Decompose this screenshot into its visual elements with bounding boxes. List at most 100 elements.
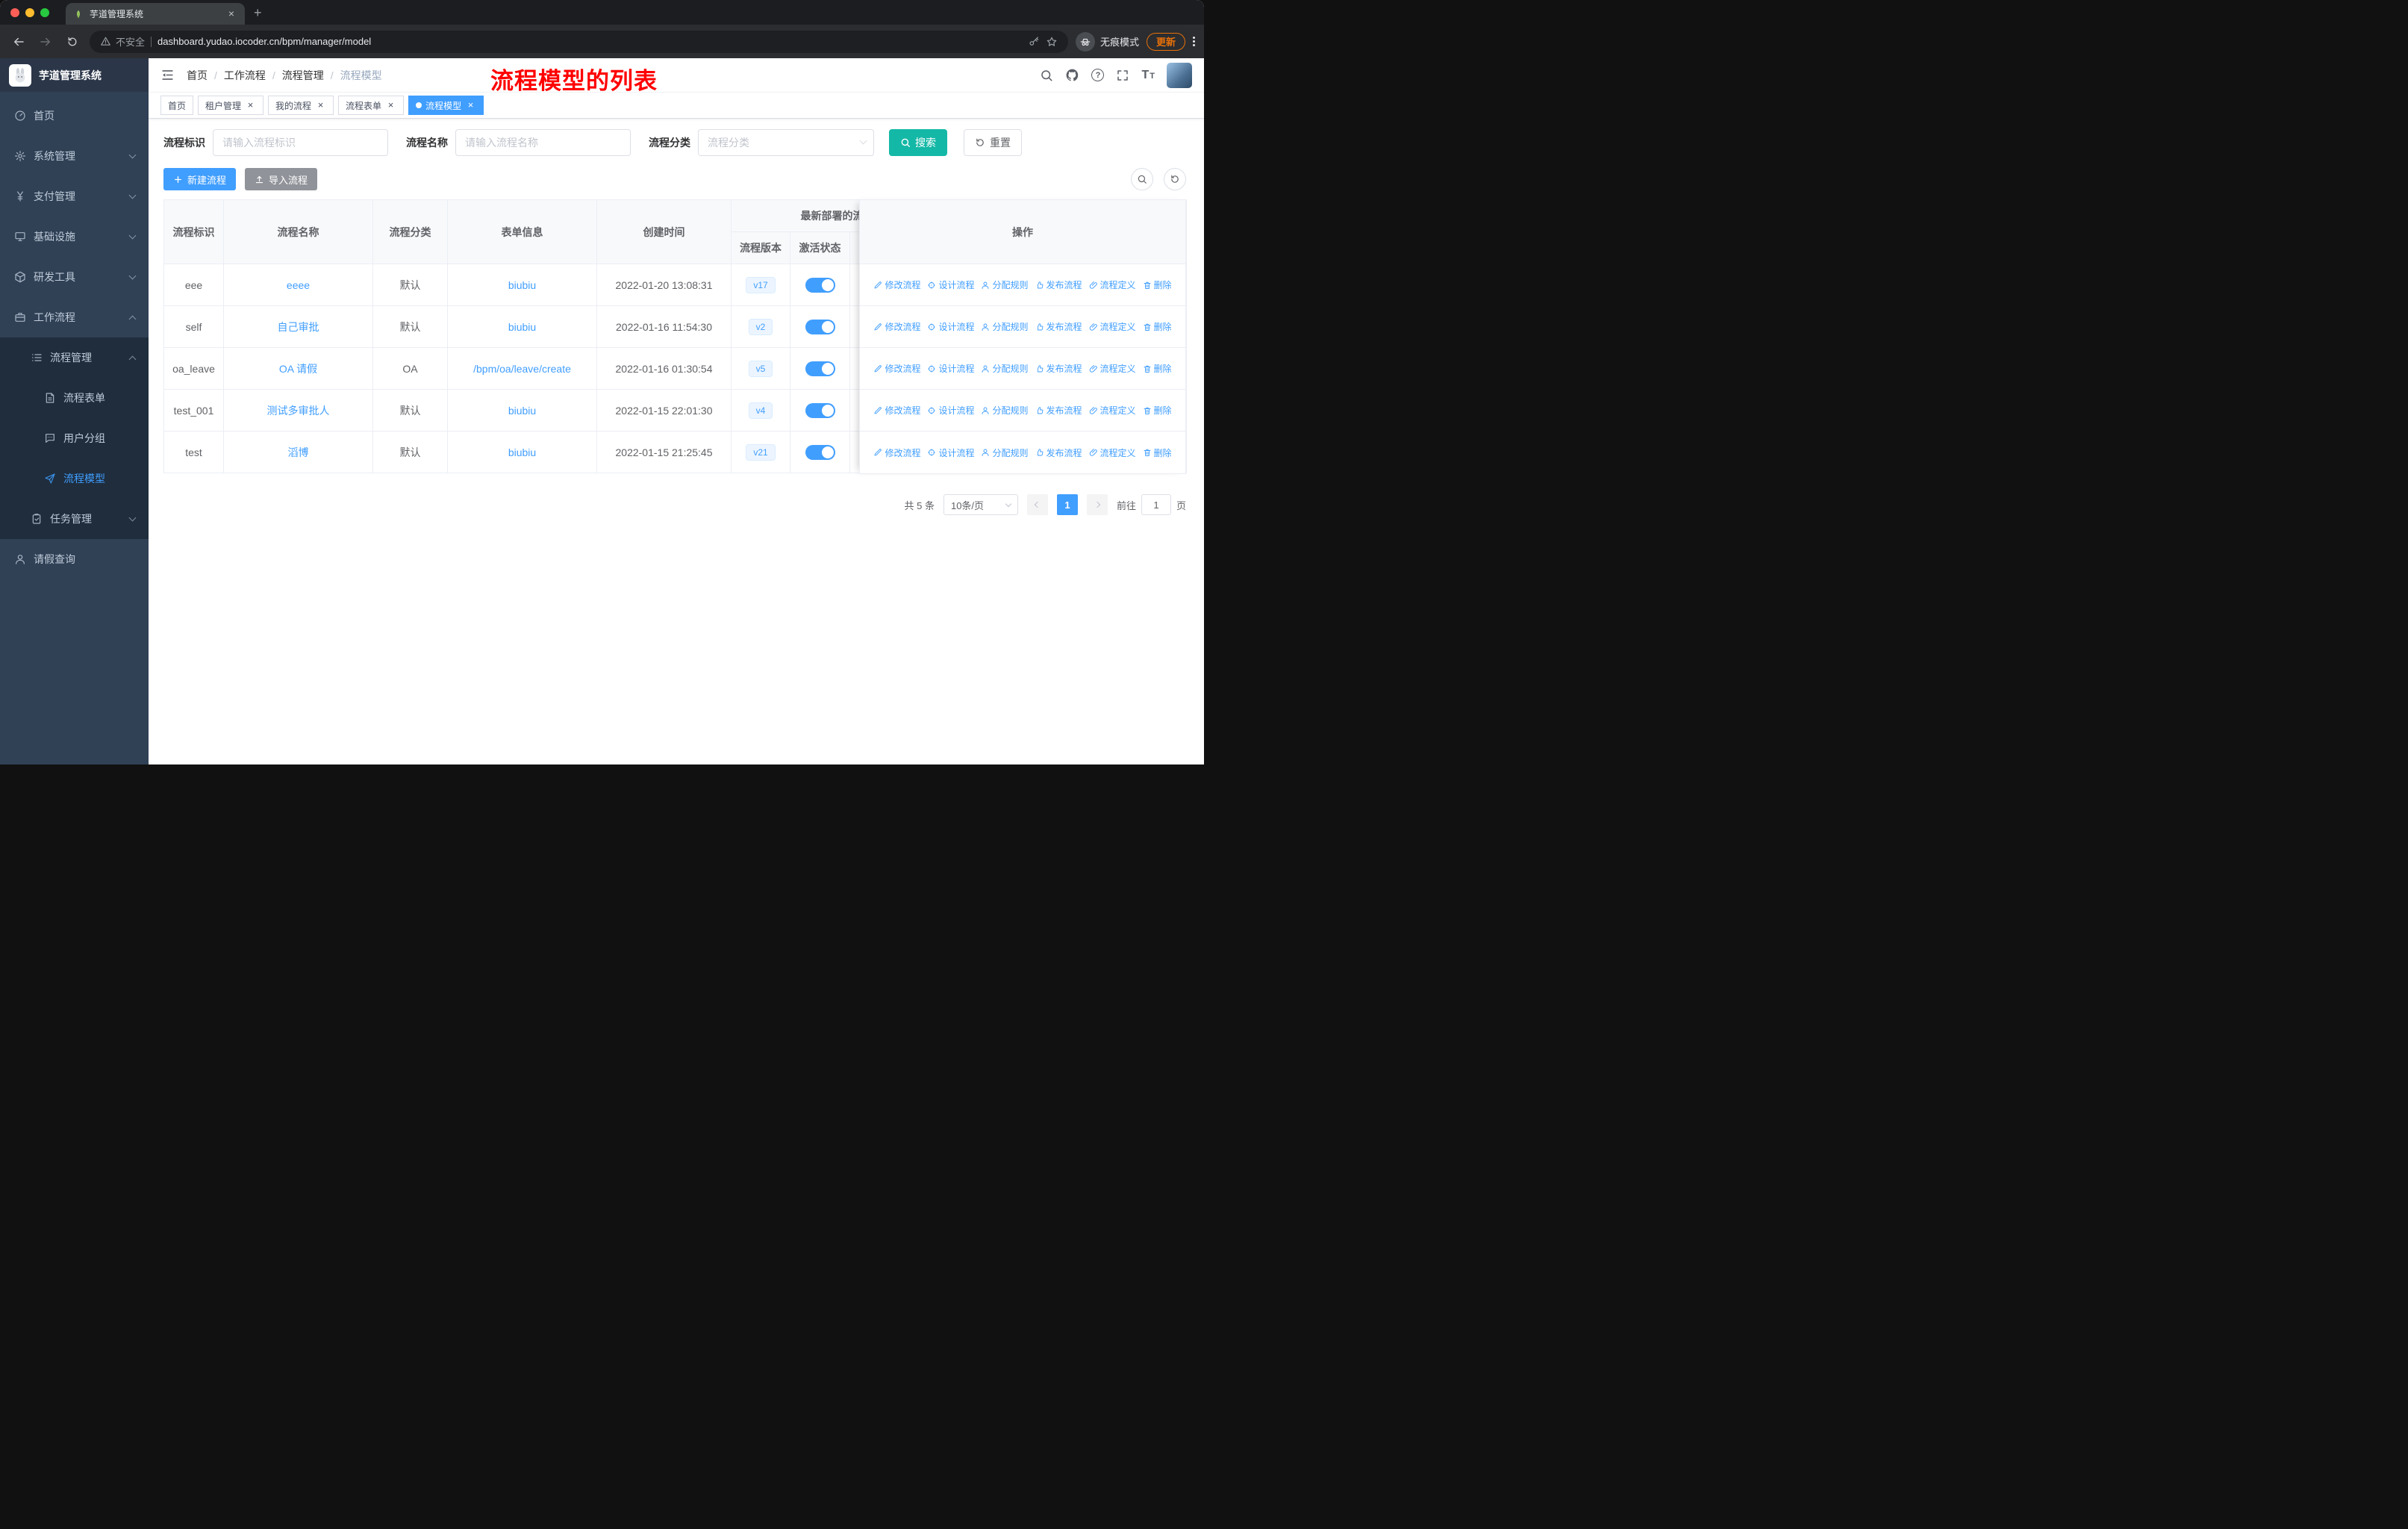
goto-page-input[interactable]: [1141, 494, 1171, 515]
action-design-process[interactable]: 设计流程: [927, 320, 974, 333]
tab-close-icon[interactable]: ×: [225, 7, 237, 20]
tag-process-form[interactable]: 流程表单 ×: [338, 96, 405, 115]
version-tag[interactable]: v4: [748, 402, 773, 419]
tag-my-process[interactable]: 我的流程 ×: [268, 96, 334, 115]
action-delete[interactable]: 删除: [1143, 404, 1172, 417]
sidebar-item-system-management[interactable]: 系统管理: [0, 136, 149, 176]
minimize-window-button[interactable]: [25, 7, 34, 17]
bookmark-star-icon[interactable]: [1046, 36, 1058, 48]
action-delete[interactable]: 删除: [1143, 320, 1172, 333]
process-category-select[interactable]: [698, 129, 874, 156]
sidebar-item-process-management[interactable]: 流程管理: [0, 337, 149, 378]
action-modify-process[interactable]: 修改流程: [873, 362, 920, 375]
action-publish-process[interactable]: 发布流程: [1035, 404, 1082, 417]
sidebar-item-infrastructure[interactable]: 基础设施: [0, 217, 149, 257]
form-info-link[interactable]: biubiu: [508, 405, 536, 417]
breadcrumb-home[interactable]: 首页: [187, 68, 208, 83]
tag-tenant-management[interactable]: 租户管理 ×: [198, 96, 264, 115]
page-number-1[interactable]: 1: [1056, 494, 1078, 515]
close-icon[interactable]: ×: [315, 99, 326, 111]
action-design-process[interactable]: 设计流程: [927, 404, 974, 417]
action-process-definition[interactable]: 流程定义: [1089, 404, 1136, 417]
action-process-definition[interactable]: 流程定义: [1089, 446, 1136, 459]
user-avatar[interactable]: [1167, 62, 1192, 88]
address-bar[interactable]: 不安全 dashboard.yudao.iocoder.cn/bpm/manag…: [90, 30, 1068, 53]
close-icon[interactable]: ×: [245, 99, 256, 111]
process-id-input[interactable]: [213, 129, 388, 156]
forward-button[interactable]: [36, 32, 55, 52]
action-publish-process[interactable]: 发布流程: [1035, 278, 1082, 291]
new-tab-button[interactable]: +: [254, 5, 262, 21]
version-tag[interactable]: v2: [748, 318, 773, 335]
action-design-process[interactable]: 设计流程: [927, 362, 974, 375]
sidebar-logo[interactable]: 芋道管理系统: [0, 58, 149, 92]
form-info-link[interactable]: biubiu: [508, 279, 536, 291]
action-modify-process[interactable]: 修改流程: [873, 278, 920, 291]
version-tag[interactable]: v21: [746, 443, 776, 461]
create-process-button[interactable]: 新建流程: [163, 168, 237, 190]
active-toggle[interactable]: [805, 444, 835, 460]
close-window-button[interactable]: [10, 7, 19, 17]
security-chip[interactable]: 不安全: [100, 34, 145, 49]
browser-menu-icon[interactable]: [1193, 37, 1195, 46]
breadcrumb-workflow[interactable]: 工作流程: [208, 68, 266, 83]
active-toggle[interactable]: [805, 319, 835, 334]
browser-tab[interactable]: 芋道管理系统 ×: [66, 3, 245, 25]
reset-button[interactable]: 重置: [964, 129, 1022, 156]
active-toggle[interactable]: [805, 277, 835, 293]
process-name-link[interactable]: eeee: [287, 279, 310, 291]
sidebar-item-dev-tools[interactable]: 研发工具: [0, 257, 149, 297]
form-info-link[interactable]: /bpm/oa/leave/create: [473, 363, 571, 375]
sidebar-item-workflow[interactable]: 工作流程: [0, 297, 149, 337]
prev-page-button[interactable]: [1026, 494, 1048, 515]
reload-button[interactable]: [63, 32, 82, 52]
import-process-button[interactable]: 导入流程: [245, 168, 318, 190]
process-name-link[interactable]: OA 请假: [279, 363, 317, 375]
page-size-select[interactable]: 10条/页: [943, 494, 1018, 515]
zoom-window-button[interactable]: [40, 7, 49, 17]
sidebar-item-home[interactable]: 首页: [0, 96, 149, 136]
update-button[interactable]: 更新: [1146, 32, 1185, 51]
form-info-link[interactable]: biubiu: [508, 321, 536, 333]
action-publish-process[interactable]: 发布流程: [1035, 320, 1082, 333]
tag-process-model[interactable]: 流程模型 ×: [408, 96, 484, 115]
help-icon[interactable]: [1091, 69, 1105, 81]
version-tag[interactable]: v5: [748, 360, 773, 377]
search-button[interactable]: 搜索: [889, 129, 947, 156]
action-delete[interactable]: 删除: [1143, 362, 1172, 375]
active-toggle[interactable]: [805, 402, 835, 418]
active-toggle[interactable]: [805, 361, 835, 376]
action-assign-rules[interactable]: 分配规则: [981, 404, 1029, 417]
version-tag[interactable]: v17: [746, 276, 776, 293]
action-delete[interactable]: 删除: [1143, 446, 1172, 459]
action-assign-rules[interactable]: 分配规则: [981, 446, 1029, 459]
action-design-process[interactable]: 设计流程: [927, 278, 974, 291]
process-name-link[interactable]: 滔博: [288, 446, 309, 458]
sidebar-item-task-management[interactable]: 任务管理: [0, 499, 149, 539]
action-delete[interactable]: 删除: [1143, 278, 1172, 291]
search-icon[interactable]: [1040, 69, 1053, 82]
action-assign-rules[interactable]: 分配规则: [981, 320, 1029, 333]
back-button[interactable]: [9, 32, 28, 52]
action-publish-process[interactable]: 发布流程: [1035, 362, 1082, 375]
form-info-link[interactable]: biubiu: [508, 446, 536, 458]
sidebar-item-process-model[interactable]: 流程模型: [0, 458, 149, 499]
sidebar-item-leave-query[interactable]: 请假查询: [0, 539, 149, 579]
sidebar-fold-icon[interactable]: [160, 68, 175, 82]
action-process-definition[interactable]: 流程定义: [1089, 362, 1136, 375]
sidebar-item-user-group[interactable]: 用户分组: [0, 418, 149, 458]
close-icon[interactable]: ×: [385, 99, 396, 111]
process-name-link[interactable]: 自己审批: [278, 321, 319, 333]
font-size-icon[interactable]: [1141, 69, 1155, 82]
action-design-process[interactable]: 设计流程: [927, 446, 974, 459]
sidebar-item-process-form[interactable]: 流程表单: [0, 378, 149, 418]
next-page-button[interactable]: [1086, 494, 1108, 515]
action-modify-process[interactable]: 修改流程: [873, 320, 920, 333]
process-category-select-input[interactable]: [698, 129, 874, 156]
key-icon[interactable]: [1028, 36, 1040, 48]
github-icon[interactable]: [1065, 68, 1079, 82]
sidebar-item-payment-management[interactable]: 支付管理: [0, 176, 149, 217]
action-assign-rules[interactable]: 分配规则: [981, 362, 1029, 375]
breadcrumb-process-management[interactable]: 流程管理: [266, 68, 324, 83]
action-modify-process[interactable]: 修改流程: [873, 404, 920, 417]
